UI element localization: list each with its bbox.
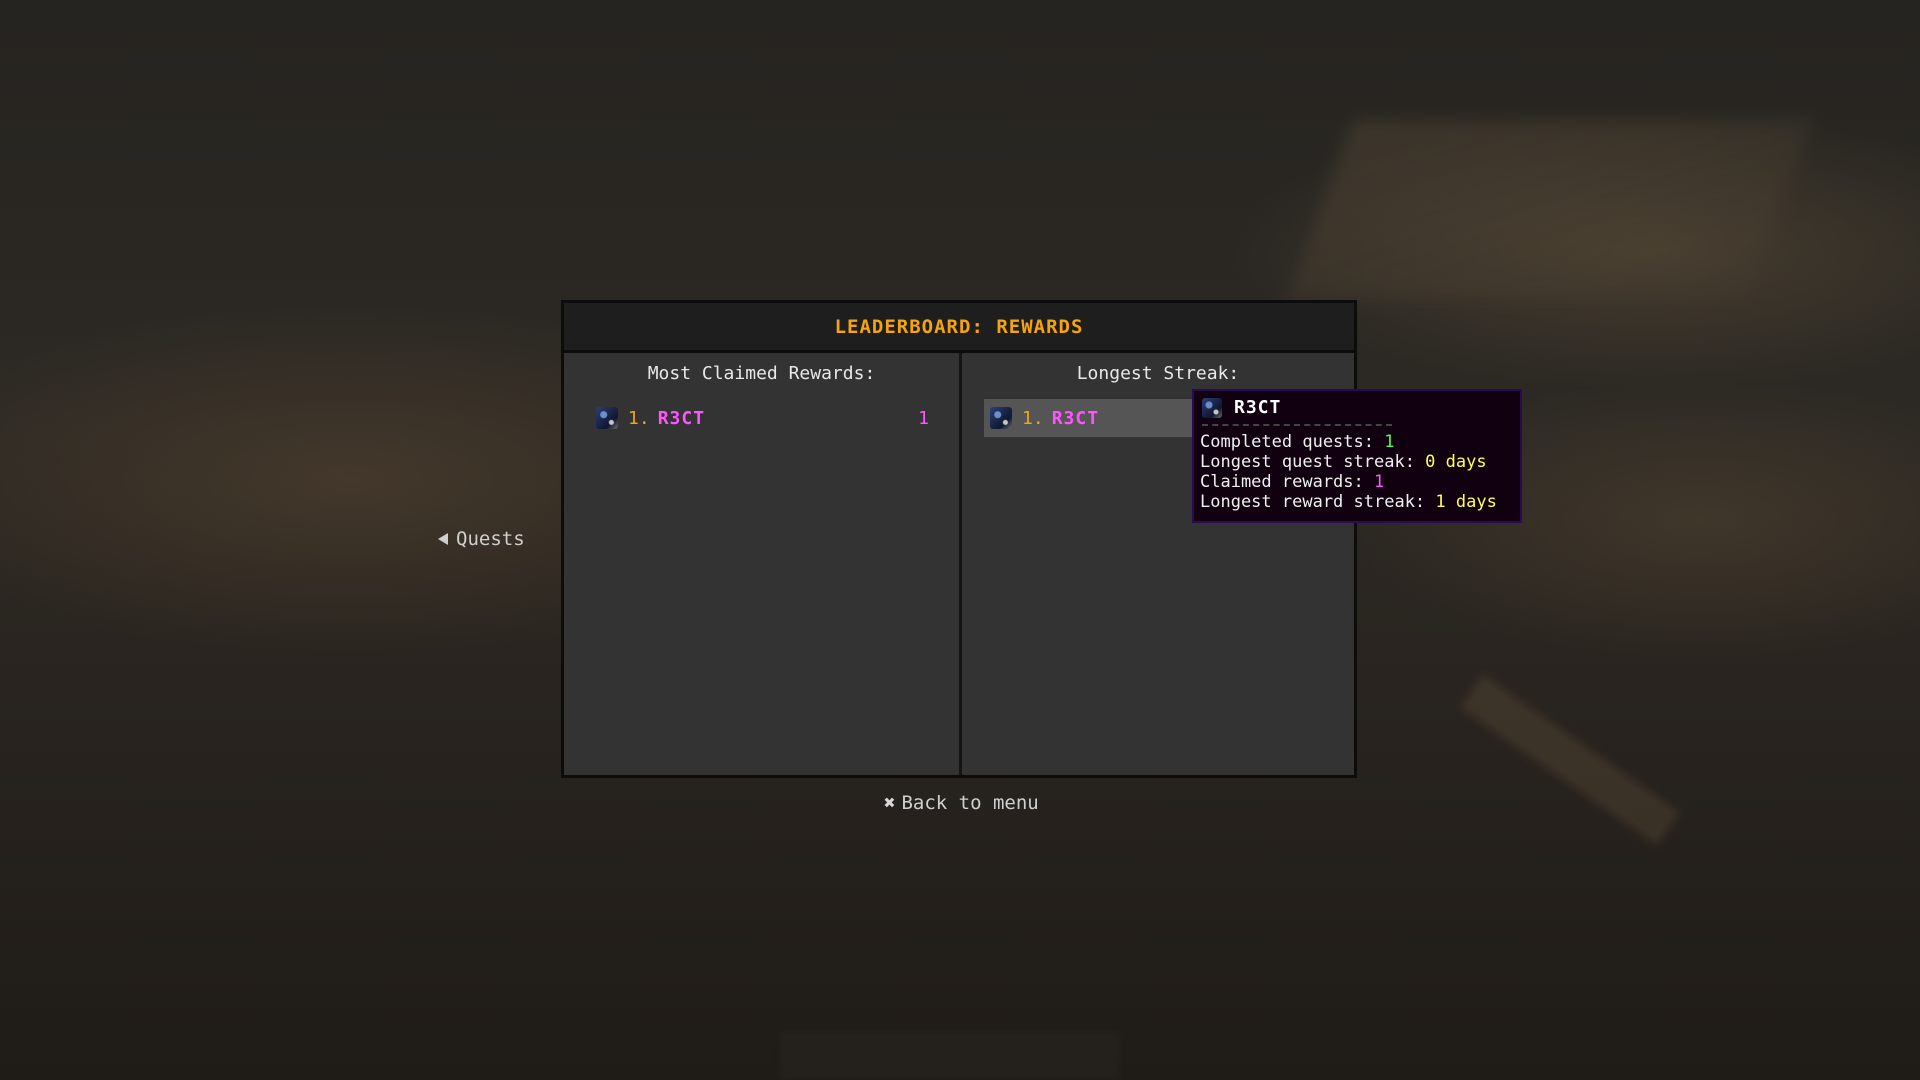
leaderboard-row[interactable]: 1. R3CT 1 bbox=[590, 399, 929, 437]
background-roof bbox=[1287, 120, 1813, 300]
stat-longest-reward-streak: Longest reward streak: 1 days bbox=[1200, 492, 1514, 512]
background-beam bbox=[1460, 674, 1680, 846]
triangle-left-icon bbox=[438, 533, 448, 545]
player-head-icon bbox=[990, 407, 1012, 429]
stat-value: 1 days bbox=[1435, 492, 1497, 512]
back-to-menu-button[interactable]: ✖ Back to menu bbox=[884, 792, 1039, 814]
stat-label: Longest reward streak: bbox=[1200, 492, 1436, 512]
column-heading-longest-streak: Longest Streak: bbox=[1076, 363, 1240, 384]
panel-title: LEADERBOARD: REWARDS bbox=[834, 315, 1084, 338]
stat-completed-quests: Completed quests: 1 bbox=[1200, 432, 1514, 452]
background-hotbar bbox=[780, 1032, 1120, 1080]
leaderboard-panel: LEADERBOARD: REWARDS Most Claimed Reward… bbox=[561, 300, 1357, 778]
rank-number: 1. bbox=[628, 407, 650, 429]
tooltip-player-name: R3CT bbox=[1234, 397, 1282, 418]
player-name: R3CT bbox=[657, 407, 706, 429]
claimed-count: 1 bbox=[918, 407, 929, 429]
back-to-menu-label: Back to menu bbox=[901, 792, 1039, 814]
rank-number: 1. bbox=[1022, 407, 1044, 429]
tooltip-separator bbox=[1202, 424, 1392, 426]
stat-value: 0 days bbox=[1425, 452, 1487, 472]
panel-header: LEADERBOARD: REWARDS bbox=[564, 303, 1354, 353]
tooltip-header: R3CT bbox=[1200, 394, 1514, 422]
quests-nav-link[interactable]: Quests bbox=[438, 528, 525, 550]
stat-claimed-rewards: Claimed rewards: 1 bbox=[1200, 472, 1514, 492]
stat-longest-quest-streak: Longest quest streak: 0 days bbox=[1200, 452, 1514, 472]
most-claimed-rewards-column: Most Claimed Rewards: 1. R3CT 1 bbox=[564, 353, 959, 775]
player-head-icon bbox=[1202, 398, 1222, 418]
close-x-icon: ✖ bbox=[884, 792, 896, 814]
player-stats-tooltip: R3CT Completed quests: 1 Longest quest s… bbox=[1192, 389, 1522, 523]
stat-label: Completed quests: bbox=[1200, 432, 1385, 452]
quests-nav-label: Quests bbox=[456, 528, 525, 550]
stat-value: 1 bbox=[1374, 472, 1385, 492]
stat-value: 1 bbox=[1384, 432, 1395, 452]
column-heading-most-claimed: Most Claimed Rewards: bbox=[647, 363, 876, 384]
stat-label: Claimed rewards: bbox=[1200, 472, 1374, 492]
leaderboard-row-hovered[interactable]: 1. R3CT bbox=[984, 399, 1214, 437]
player-head-icon bbox=[596, 407, 618, 429]
stat-label: Longest quest streak: bbox=[1200, 452, 1426, 472]
player-name: R3CT bbox=[1051, 407, 1100, 429]
